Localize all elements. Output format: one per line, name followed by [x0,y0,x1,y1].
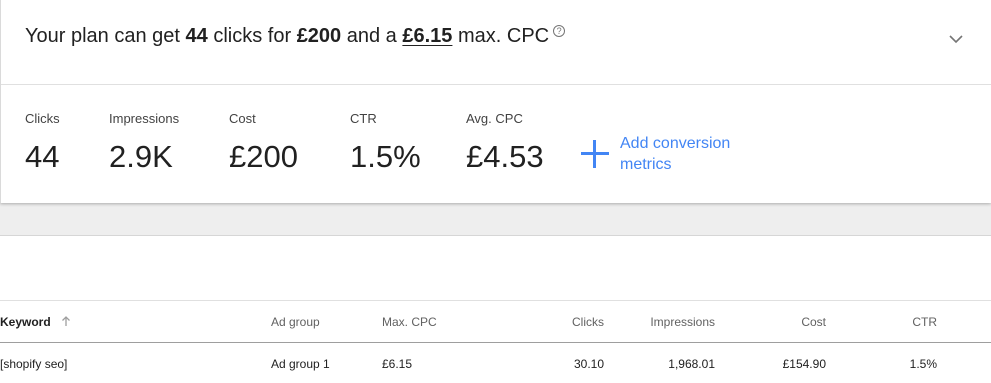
table-top-border [0,300,991,301]
keyword-table-panel [0,236,991,383]
column-header-impressions[interactable]: Impressions [625,315,715,329]
headline-mid2: and a [346,25,397,47]
headline-max-cpc-link[interactable]: £6.15 [402,25,452,47]
headline-budget: £200 [296,25,342,47]
metric-clicks: Clicks 44 [25,111,60,176]
column-header-ad-group[interactable]: Ad group [271,315,320,329]
metric-label: Avg. CPC [466,111,523,126]
chevron-down-icon[interactable] [947,32,965,46]
column-header-cost[interactable]: Cost [756,315,826,329]
add-conversion-line2: metrics [620,156,672,173]
column-header-keyword[interactable]: Keyword [0,315,71,329]
metric-value: £200 [229,139,298,174]
headline-clicks: 44 [185,25,208,47]
metric-value: £4.53 [466,139,544,174]
metric-impressions: Impressions 2.9K [109,111,179,176]
metric-ctr: CTR 1.5% [350,111,421,176]
card-divider [1,84,991,85]
metric-value: 1.5% [350,139,421,174]
cell-max-cpc: £6.15 [382,357,413,371]
cell-ad-group: Ad group 1 [271,357,330,371]
plan-headline: Your plan can get 44 clicks for £200 and… [25,24,566,48]
cell-impressions: 1,968.01 [668,357,715,371]
plus-icon [579,134,611,170]
plan-summary-card: Your plan can get 44 clicks for £200 and… [0,0,991,203]
cell-clicks: 30.10 [573,357,604,371]
metric-avg-cpc: Avg. CPC £4.53 [466,111,544,176]
cell-keyword: [shopify seo] [0,357,68,371]
headline-mid1: clicks for [213,25,292,47]
column-header-ctr[interactable]: CTR [887,315,937,329]
metric-label: CTR [350,111,377,126]
column-header-label: Keyword [0,315,51,329]
headline-prefix: Your plan can get [25,25,180,47]
metric-cost: Cost £200 [229,111,298,176]
help-circle-icon[interactable]: ? [553,25,566,37]
table-header-border [0,342,991,343]
cell-cost: £154.90 [782,357,826,371]
add-conversion-line1: Add conversion [620,135,731,152]
metric-label: Impressions [109,111,180,126]
arrow-up-icon[interactable] [61,315,71,327]
add-conversion-metrics-button[interactable]: Add conversion metrics [579,134,760,175]
headline-suffix: max. CPC [458,25,550,47]
column-header-max-cpc[interactable]: Max. CPC [382,315,437,329]
metric-value: 44 [25,139,60,174]
metric-label: Clicks [25,111,60,126]
cell-ctr: 1.5% [909,357,937,371]
metric-label: Cost [229,111,256,126]
add-conversion-label: Add conversion metrics [620,133,760,175]
column-header-clicks[interactable]: Clicks [544,315,604,329]
metric-value: 2.9K [109,139,173,174]
